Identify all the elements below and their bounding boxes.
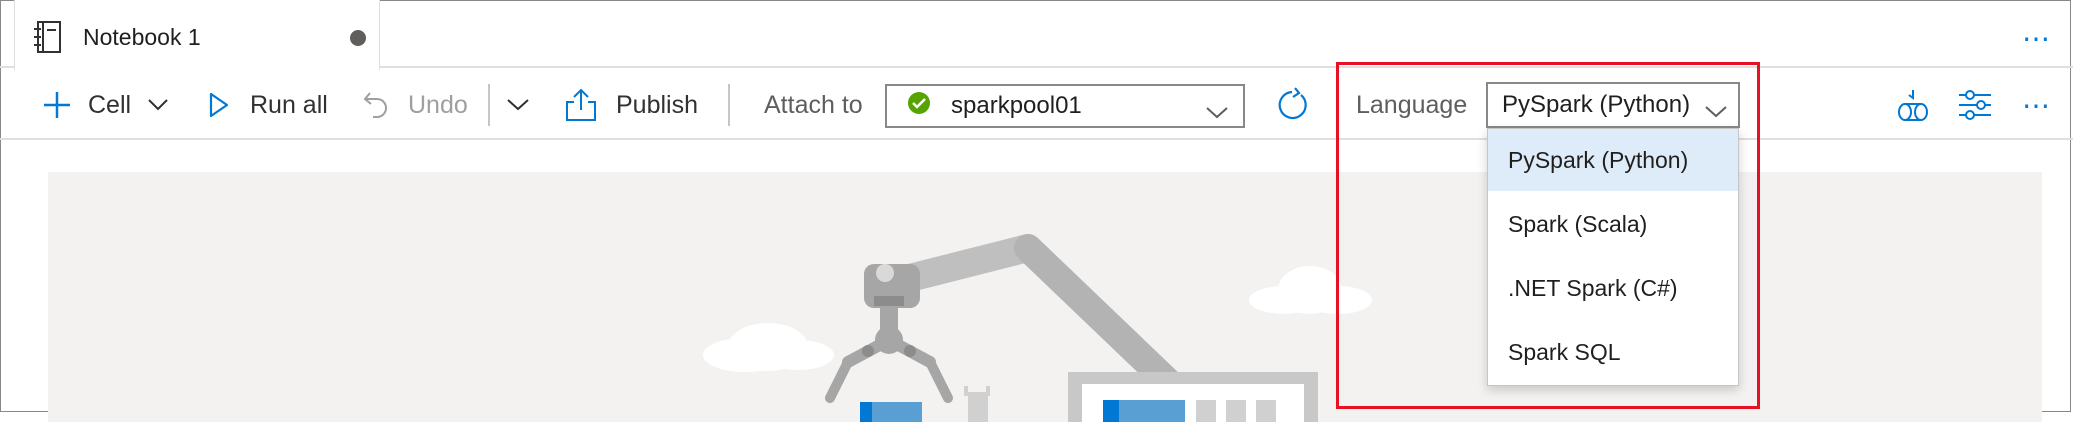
tab-title: Notebook 1	[83, 24, 201, 50]
publish-button[interactable]: Publish	[564, 70, 698, 140]
toolbar-more-icon[interactable]: ⋯	[2022, 70, 2053, 140]
undo-icon	[362, 89, 390, 121]
undo-button[interactable]: Undo	[362, 70, 468, 140]
cloud-illustration	[1249, 266, 1372, 314]
chevron-down-icon	[506, 98, 530, 112]
language-option-scala[interactable]: Spark (Scala)	[1488, 193, 1738, 255]
tab-notebook[interactable]: Notebook 1	[14, 0, 380, 70]
toolbar-divider	[728, 84, 730, 126]
undo-label: Undo	[408, 90, 468, 119]
language-option-pyspark[interactable]: PySpark (Python)	[1488, 129, 1738, 191]
run-all-label: Run all	[250, 90, 328, 119]
language-value: PySpark (Python)	[1502, 91, 1691, 118]
language-option-sparksql[interactable]: Spark SQL	[1488, 321, 1738, 383]
refresh-button[interactable]	[1274, 70, 1310, 140]
notebook-illustration	[703, 234, 1372, 422]
undo-dropdown-button[interactable]	[506, 70, 530, 140]
unsaved-indicator	[350, 30, 366, 46]
attach-to-select[interactable]: sparkpool01	[885, 84, 1245, 128]
notebook-empty-state	[48, 172, 2042, 422]
spark-session-button[interactable]	[1896, 70, 1930, 140]
chevron-down-icon	[1205, 99, 1229, 127]
add-cell-label: Cell	[88, 90, 132, 119]
status-ok-icon	[907, 91, 931, 122]
toolbar-divider	[488, 84, 490, 126]
cloud-illustration	[703, 323, 834, 372]
language-select[interactable]: PySpark (Python)	[1486, 82, 1740, 128]
run-all-button[interactable]: Run all	[208, 70, 328, 140]
upload-icon	[564, 88, 598, 122]
tab-bar: Notebook 1 ⋯	[0, 0, 2073, 70]
language-dropdown-list: PySpark (Python) Spark (Scala) .NET Spar…	[1487, 128, 1739, 386]
fence-illustration	[964, 386, 990, 422]
notebook-toolbar: Cell Run all Undo Publish Attach to spar…	[0, 70, 2073, 140]
publish-label: Publish	[616, 90, 698, 119]
chevron-down-icon	[1704, 98, 1728, 126]
notebook-icon	[33, 20, 63, 54]
dashboard-illustration	[1068, 372, 1318, 422]
chevron-down-icon	[147, 98, 169, 112]
add-cell-button[interactable]: Cell	[42, 70, 169, 140]
language-option-dotnet[interactable]: .NET Spark (C#)	[1488, 257, 1738, 319]
settings-sliders-icon	[1958, 90, 1992, 120]
properties-button[interactable]	[1958, 70, 1992, 140]
refresh-icon	[1274, 87, 1310, 123]
attach-to-value: sparkpool01	[951, 92, 1082, 119]
play-icon	[208, 91, 230, 119]
attach-to-label: Attach to	[764, 90, 863, 119]
language-label: Language	[1356, 90, 1468, 119]
tab-more-icon[interactable]: ⋯	[2022, 22, 2053, 55]
plus-icon	[42, 90, 72, 120]
spark-session-icon	[1896, 88, 1930, 122]
